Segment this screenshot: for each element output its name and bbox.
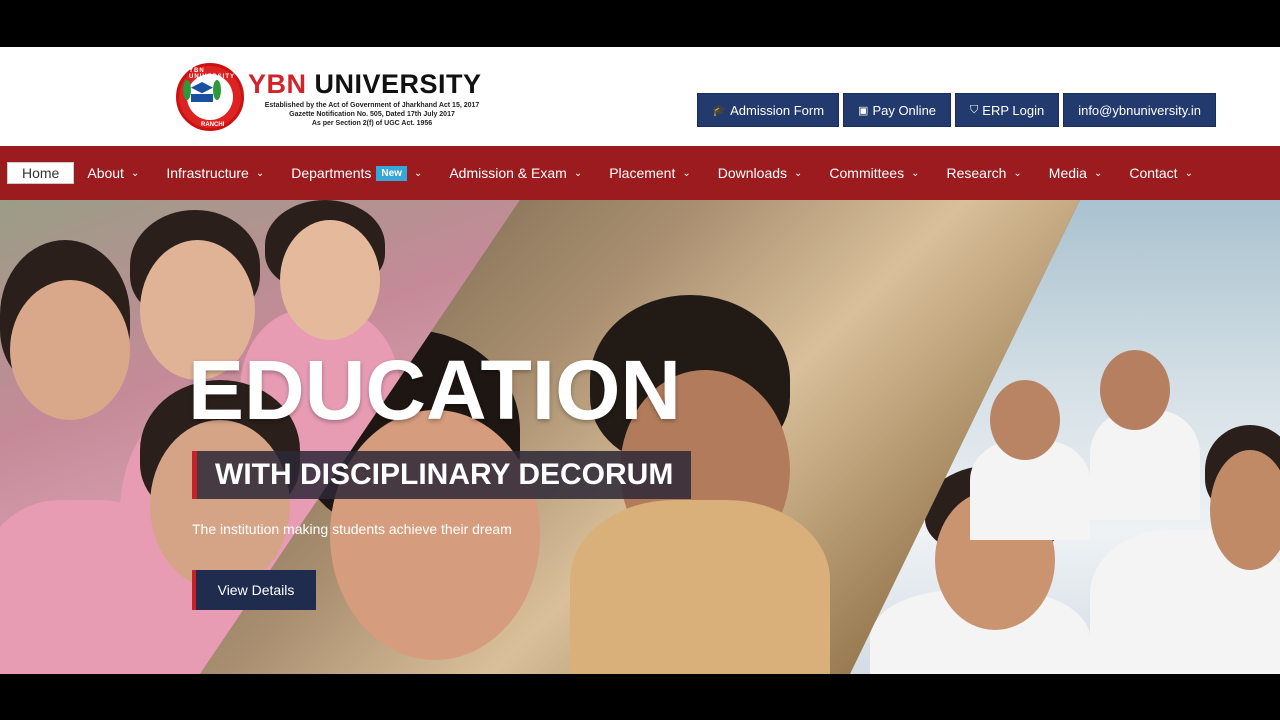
nav-item-infrastructure[interactable]: Infrastructure ⌄ [166,165,264,181]
nav-item-media[interactable]: Media ⌄ [1049,165,1103,181]
hero-banner: EDUCATION WITH DISCIPLINARY DECORUM The … [0,200,1280,674]
admission-form-label: Admission Form [730,102,825,118]
nav-item-placement[interactable]: Placement ⌄ [609,165,691,181]
nav-placement-label: Placement [609,165,676,181]
erp-login-label: ERP Login [982,102,1045,118]
nav-item-home[interactable]: Home [7,162,75,184]
view-details-button[interactable]: View Details [192,570,316,610]
logo-line-1: Established by the Act of Government of … [264,102,480,109]
nav-item-admission-exam[interactable]: Admission & Exam ⌄ [449,165,582,181]
university-logo[interactable]: YBN UNIVERSITY RANCHI YBN UNIVERSITY Est… [176,63,496,133]
graduation-cap-icon: 🎓 [712,104,727,117]
pay-online-label: Pay Online [872,102,937,118]
chevron-down-icon: ⌄ [573,167,583,179]
nav-departments-label: Departments [291,165,372,181]
chevron-down-icon: ⌄ [1013,167,1022,179]
shield-icon: ⛉ [970,103,979,116]
nav-item-about[interactable]: About ⌄ [87,165,139,181]
nav-item-committees[interactable]: Committees ⌄ [829,165,919,181]
chevron-down-icon: ⌄ [130,167,140,179]
logo-subtitle: Established by the Act of Government of … [252,101,492,128]
main-nav: Home About ⌄ Infrastructure ⌄ Department… [0,146,1280,200]
nav-item-departments[interactable]: Departments New ⌄ [291,165,422,181]
hero-title: EDUCATION [188,343,682,437]
chevron-down-icon: ⌄ [682,167,691,179]
nav-admission-label: Admission & Exam [449,165,567,181]
university-seal-icon: YBN UNIVERSITY RANCHI [176,63,244,131]
video-frame-bottom [0,674,1280,720]
nav-contact-label: Contact [1129,165,1178,181]
seal-bottom-text: RANCHI [201,122,225,128]
logo-title-university: UNIVERSITY [314,69,482,99]
video-frame-top [0,0,1280,47]
admission-form-button[interactable]: 🎓 Admission Form [697,93,840,127]
header-buttons: 🎓 Admission Form ▣ Pay Online ⛉ ERP Logi… [697,93,1216,127]
email-label: info@ybnuniversity.in [1078,102,1201,118]
seal-top-text: YBN UNIVERSITY [189,68,236,80]
nav-item-contact[interactable]: Contact ⌄ [1129,165,1193,181]
nav-item-research[interactable]: Research ⌄ [946,165,1021,181]
nav-downloads-label: Downloads [717,165,788,181]
nav-committees-label: Committees [829,165,905,181]
new-badge: New [376,165,407,181]
hero-subtitle: WITH DISCIPLINARY DECORUM [192,451,692,499]
chevron-down-icon: ⌄ [1184,167,1193,179]
logo-line-2: Gazette Notification No. 505, Dated 17th… [289,111,455,118]
chevron-down-icon: ⌄ [413,167,423,179]
erp-login-button[interactable]: ⛉ ERP Login [955,93,1060,127]
nav-home-label: Home [22,165,60,181]
chevron-down-icon: ⌄ [911,167,920,179]
pay-online-button[interactable]: ▣ Pay Online [843,93,952,127]
nav-about-label: About [87,165,124,181]
site-header: YBN UNIVERSITY RANCHI YBN UNIVERSITY Est… [0,47,1280,146]
nav-media-label: Media [1048,165,1087,181]
nav-infrastructure-label: Infrastructure [166,165,249,181]
chevron-down-icon: ⌄ [255,167,265,179]
credit-card-icon: ▣ [858,104,869,117]
email-link-button[interactable]: info@ybnuniversity.in [1063,93,1216,127]
logo-title: YBN UNIVERSITY [248,69,482,100]
nav-research-label: Research [946,165,1007,181]
logo-title-ybn: YBN [248,69,307,99]
nav-item-downloads[interactable]: Downloads ⌄ [718,165,803,181]
hero-tagline: The institution making students achieve … [192,521,512,537]
chevron-down-icon: ⌄ [1093,167,1103,179]
chevron-down-icon: ⌄ [794,167,803,179]
logo-line-3: As per Section 2(f) of UGC Act. 1956 [311,120,433,127]
